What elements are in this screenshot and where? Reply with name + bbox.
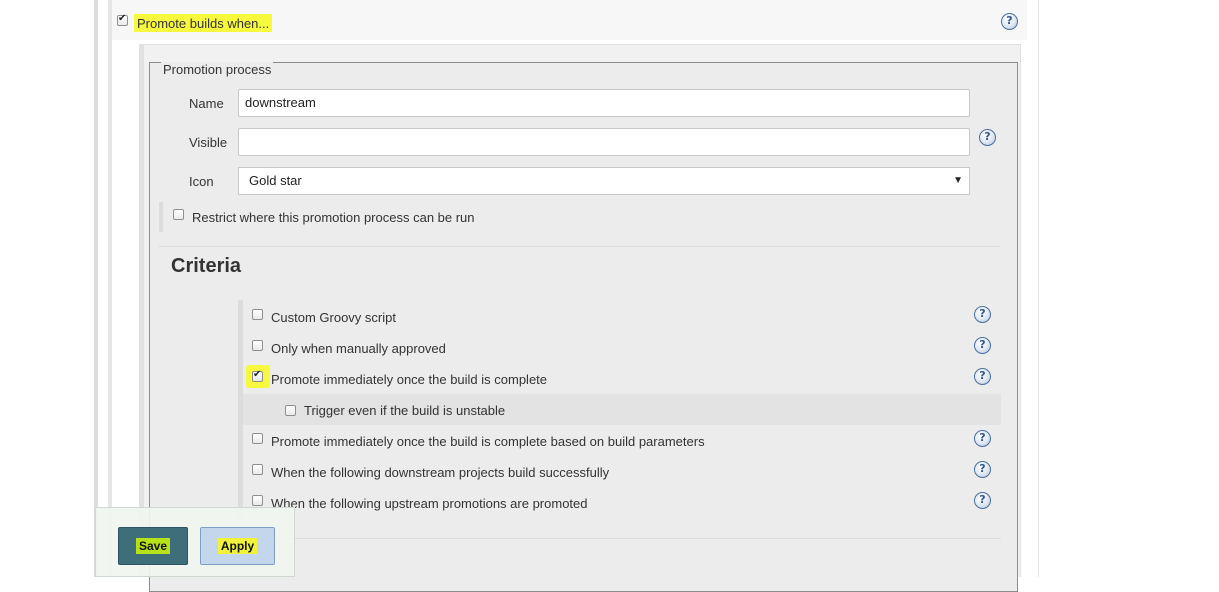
visible-input[interactable] xyxy=(238,128,970,156)
divider xyxy=(243,538,1001,539)
help-icon[interactable]: ? xyxy=(1001,13,1018,30)
manual-approval-label: Only when manually approved xyxy=(271,341,446,356)
apply-button[interactable]: Apply xyxy=(200,527,275,565)
fieldset-legend: Promotion process xyxy=(161,62,274,77)
page-left-rail xyxy=(94,0,98,577)
help-icon[interactable]: ? xyxy=(979,129,996,146)
divider xyxy=(158,246,1001,247)
trigger-unstable-checkbox[interactable] xyxy=(285,405,296,416)
downstream-success-checkbox[interactable] xyxy=(252,464,263,475)
promote-builds-label: Promote builds when... xyxy=(134,14,273,32)
icon-label: Icon xyxy=(189,174,214,189)
help-icon[interactable]: ? xyxy=(974,368,991,385)
custom-groovy-label: Custom Groovy script xyxy=(271,310,396,325)
icon-select-value: Gold star xyxy=(249,173,302,188)
chevron-down-icon: ▼ xyxy=(953,175,963,186)
promote-immediately-label: Promote immediately once the build is co… xyxy=(271,372,548,387)
criteria-heading: Criteria xyxy=(171,255,242,277)
trigger-unstable-label: Trigger even if the build is unstable xyxy=(304,403,506,418)
help-icon[interactable]: ? xyxy=(974,337,991,354)
upstream-promoted-label: When the following upstream promotions a… xyxy=(271,496,588,511)
apply-button-label: Apply xyxy=(217,538,258,554)
help-icon[interactable]: ? xyxy=(974,492,991,509)
help-icon[interactable]: ? xyxy=(974,306,991,323)
restrict-checkbox[interactable] xyxy=(173,209,184,220)
save-button-label: Save xyxy=(135,538,171,554)
help-icon[interactable]: ? xyxy=(974,430,991,447)
restrict-rail xyxy=(159,202,163,232)
downstream-success-label: When the following downstream projects b… xyxy=(271,465,610,480)
visible-label: Visible xyxy=(189,135,228,150)
nested-rail xyxy=(139,44,144,577)
name-input[interactable]: downstream xyxy=(238,89,970,117)
promote-immediately-checkbox[interactable] xyxy=(252,369,263,382)
promote-builds-checkbox[interactable] xyxy=(117,13,128,26)
upstream-promoted-checkbox[interactable] xyxy=(252,495,263,506)
section-rail xyxy=(108,0,112,577)
save-button[interactable]: Save xyxy=(118,527,188,565)
build-params-label: Promote immediately once the build is co… xyxy=(271,434,705,449)
restrict-label: Restrict where this promotion process ca… xyxy=(192,210,475,225)
icon-select[interactable]: Gold star ▼ xyxy=(238,167,970,195)
manual-approval-checkbox[interactable] xyxy=(252,340,263,351)
help-icon[interactable]: ? xyxy=(974,461,991,478)
custom-groovy-checkbox[interactable] xyxy=(252,309,263,320)
name-label: Name xyxy=(189,96,224,111)
build-params-checkbox[interactable] xyxy=(252,433,263,444)
